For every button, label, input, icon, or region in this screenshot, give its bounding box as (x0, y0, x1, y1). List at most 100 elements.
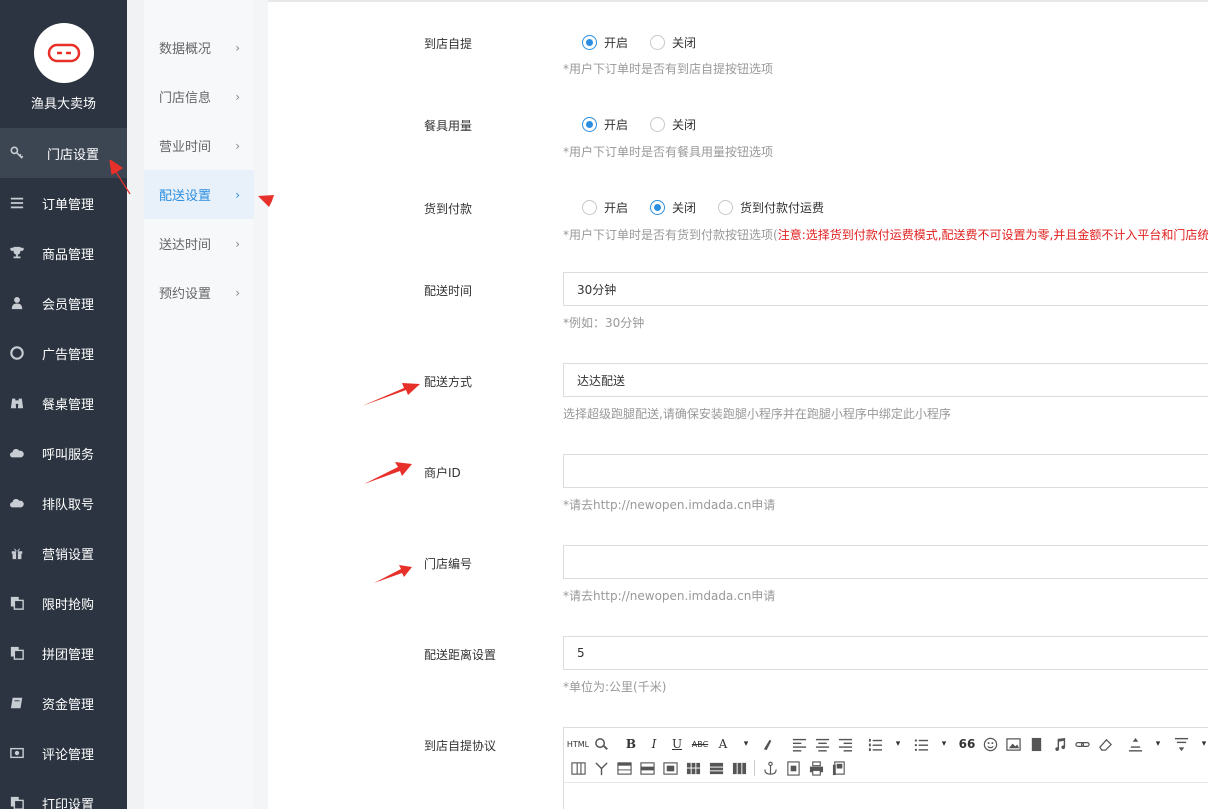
delivery-method-select[interactable]: 达达配送 (563, 363, 1208, 397)
sidebar-item[interactable]: 会员管理 (0, 278, 127, 328)
subnav-item[interactable]: 预约设置 › (144, 268, 254, 317)
subnav-item[interactable]: 营业时间 › (144, 121, 254, 170)
insert-row-icon[interactable] (639, 759, 655, 777)
music-icon[interactable] (1051, 735, 1067, 753)
align-right-icon[interactable] (837, 735, 853, 753)
font-color-button[interactable]: A (715, 735, 731, 753)
page-break-icon[interactable] (785, 759, 801, 777)
eraser-icon[interactable] (1097, 735, 1113, 753)
sidebar-item[interactable]: 限时抢购 (0, 578, 127, 628)
sidebar-item[interactable]: 订单管理 (0, 178, 127, 228)
delete-row-icon[interactable] (662, 759, 678, 777)
chevron-right-icon: › (235, 285, 240, 300)
store-no-label: 门店编号 (424, 557, 473, 571)
table-icon[interactable] (616, 759, 632, 777)
chevron-down-icon[interactable]: ▾ (738, 735, 754, 753)
trophy-icon (9, 245, 25, 261)
link-icon[interactable] (1074, 735, 1090, 753)
pickup-off-radio[interactable]: 关闭 (650, 34, 696, 51)
sidebar-item[interactable]: 餐桌管理 (0, 378, 127, 428)
copy-icon (9, 595, 25, 611)
agreement-editor[interactable]: HTML B I U ABC A ▾ ▾ ▾ 66 ▾ ▾ (563, 727, 1208, 809)
sidebar-item[interactable]: 呼叫服务 (0, 428, 127, 478)
chevron-down-icon[interactable]: ▾ (936, 735, 952, 753)
unordered-list-icon[interactable] (913, 735, 929, 753)
delivery-method-label: 配送方式 (424, 375, 473, 389)
cod-off-radio[interactable]: 关闭 (650, 199, 696, 216)
subnav-item[interactable]: 送达时间 › (144, 219, 254, 268)
align-left-icon[interactable] (791, 735, 807, 753)
key-icon (9, 145, 25, 161)
highlight-icon[interactable] (761, 735, 777, 753)
sidebar-item-label: 排队取号 (42, 497, 95, 513)
pickup-on-radio[interactable]: 开启 (582, 34, 628, 51)
subnav-item[interactable]: 数据概况 › (144, 23, 254, 72)
delivery-time-label: 配送时间 (424, 284, 473, 298)
row-spacing-bottom-icon[interactable] (1173, 735, 1189, 753)
subnav-item[interactable]: 门店信息 › (144, 72, 254, 121)
chevron-down-icon[interactable]: ▾ (890, 735, 906, 753)
sidebar-item[interactable]: 门店设置 (0, 128, 127, 178)
sidebar-item[interactable]: 打印设置 (0, 778, 127, 809)
sidebar-item[interactable]: 排队取号 (0, 478, 127, 528)
align-center-icon[interactable] (814, 735, 830, 753)
toolbar-separator (754, 760, 755, 776)
italic-button[interactable]: I (646, 735, 662, 753)
sidebar-item-label: 拼团管理 (42, 647, 95, 663)
anchor-icon[interactable] (762, 759, 778, 777)
sidebar-item[interactable]: 拼团管理 (0, 628, 127, 678)
gift-icon (9, 545, 25, 561)
distance-hint: *单位为:公里(千米) (563, 680, 667, 694)
delivery-method-hint: 选择超级跑腿配送,请确保安装跑腿小程序并在跑腿小程序中绑定此小程序 (563, 407, 951, 421)
insert-column-icon[interactable] (570, 759, 586, 777)
tableware-off-radio[interactable]: 关闭 (650, 116, 696, 133)
distance-input[interactable]: 5 (563, 636, 1208, 670)
split-cols-icon[interactable] (731, 759, 747, 777)
sidebar-item[interactable]: 评论管理 (0, 728, 127, 778)
main-nav: 门店设置 订单管理商品管理会员管理广告管理 餐桌管理 呼叫服务排队取号营销设置限时抢购… (0, 128, 127, 809)
sidebar-item[interactable]: 广告管理 (0, 328, 127, 378)
merchant-id-input[interactable] (563, 454, 1208, 488)
cod-label: 货到付款 (424, 202, 473, 216)
chevron-down-icon[interactable]: ▾ (1196, 735, 1208, 753)
tableware-label: 餐具用量 (424, 119, 473, 133)
cod-fee-radio[interactable]: 货到付款付运费 (718, 199, 824, 216)
ordered-list-icon[interactable] (867, 735, 883, 753)
store-no-input[interactable] (563, 545, 1208, 579)
subnav-item[interactable]: 配送设置 › (144, 170, 254, 219)
split-rows-icon[interactable] (708, 759, 724, 777)
tableware-on-radio[interactable]: 开启 (582, 116, 628, 133)
bold-button[interactable]: B (623, 735, 639, 753)
emoji-icon[interactable] (982, 735, 998, 753)
split-cells-icon[interactable] (685, 759, 701, 777)
merge-cells-icon[interactable] (593, 759, 609, 777)
list-icon (9, 195, 25, 211)
sidebar-item[interactable]: 营销设置 (0, 528, 127, 578)
sidebar-item[interactable]: 资金管理 (0, 678, 127, 728)
subnav-gutter (254, 0, 268, 809)
sidebar-item-label: 会员管理 (42, 297, 95, 313)
pickup-radio-group: 开启 关闭 (582, 32, 1208, 52)
blockquote-button[interactable]: 66 (959, 735, 976, 753)
html-source-button[interactable]: HTML (567, 735, 589, 753)
merchant-id-label: 商户ID (424, 466, 461, 480)
underline-button[interactable]: U (669, 735, 685, 753)
delivery-time-input[interactable]: 30分钟 (563, 272, 1208, 306)
delivery-time-hint: *例如：30分钟 (563, 316, 645, 330)
chevron-down-icon[interactable]: ▾ (1150, 735, 1166, 753)
sidebar-item-label: 商品管理 (42, 247, 95, 263)
sidebar-item[interactable]: 商品管理 (0, 228, 127, 278)
template-icon[interactable] (831, 759, 847, 777)
row-spacing-top-icon[interactable] (1127, 735, 1143, 753)
print-icon[interactable] (808, 759, 824, 777)
cod-on-radio[interactable]: 开启 (582, 199, 628, 216)
video-icon[interactable] (1028, 735, 1044, 753)
strikethrough-button[interactable]: ABC (692, 735, 708, 753)
preview-icon[interactable] (593, 735, 609, 753)
settings-form: 到店自提 开启 关闭 *用户下订单时是否有到店自提按钮选项 餐具用量 开启 关闭 (268, 0, 1208, 809)
distance-label: 配送距离设置 (424, 648, 497, 662)
copy-icon (9, 795, 25, 809)
sidebar-item-label: 限时抢购 (42, 597, 95, 613)
image-icon[interactable] (1005, 735, 1021, 753)
book-icon (9, 695, 25, 711)
